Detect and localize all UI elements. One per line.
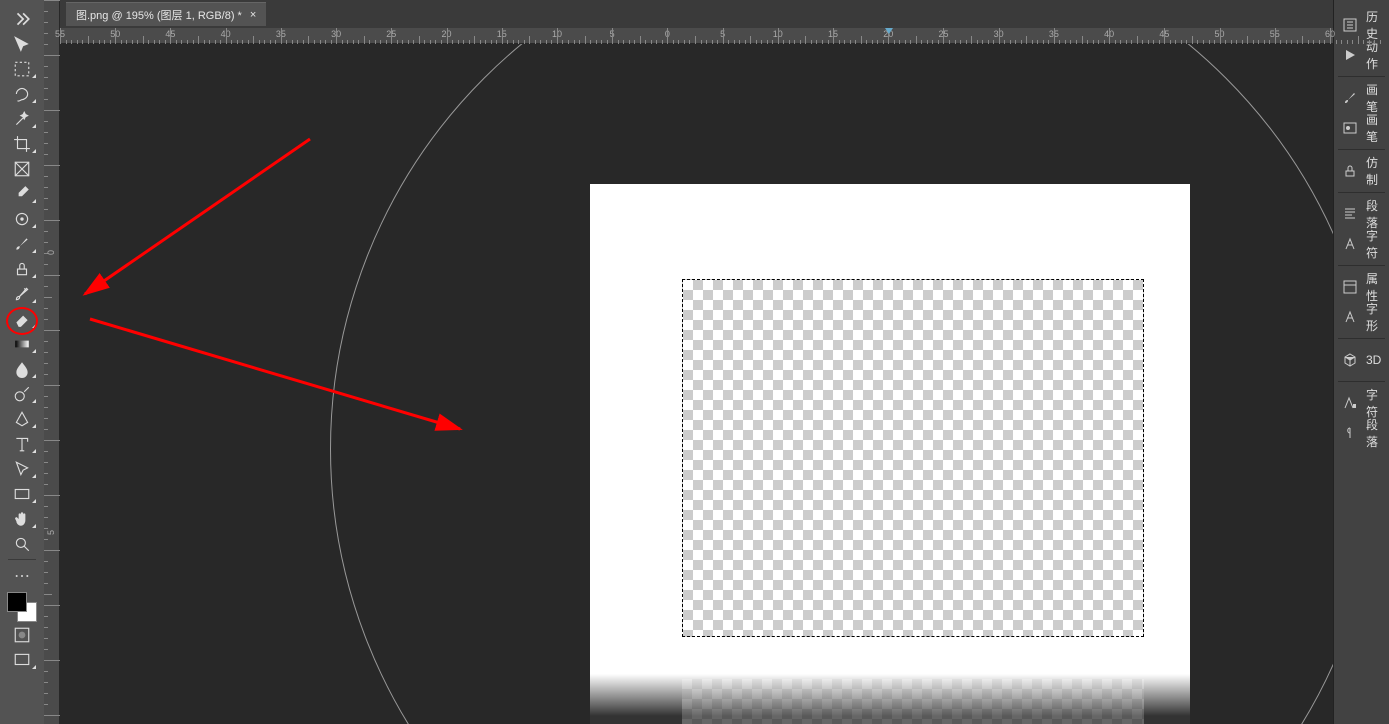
frame-tool[interactable] xyxy=(5,156,39,181)
lasso-tool[interactable] xyxy=(5,81,39,106)
clone-source-panel[interactable]: 仿制 xyxy=(1334,156,1389,186)
separator xyxy=(8,559,36,560)
document-tab-title: 图.png @ 195% (图层 1, RGB/8) * xyxy=(76,7,242,23)
separator xyxy=(1338,265,1385,266)
panel-label: 字符 xyxy=(1366,227,1389,261)
clone-stamp-tool[interactable] xyxy=(5,256,39,281)
panel-label: 字形 xyxy=(1366,300,1389,334)
pen-tool[interactable] xyxy=(5,406,39,431)
edit-toolbar[interactable]: ⋯ xyxy=(5,563,39,588)
close-tab-icon[interactable]: × xyxy=(250,9,256,21)
hand-tool[interactable] xyxy=(5,506,39,531)
panel-label: 仿制 xyxy=(1366,154,1389,188)
paragraph-panel[interactable]: 段落 xyxy=(1334,199,1389,229)
separator xyxy=(1338,192,1385,193)
panel-label: 段落 xyxy=(1366,197,1389,231)
canvas-viewport[interactable] xyxy=(60,44,1333,724)
vertical-ruler[interactable]: 05 xyxy=(44,0,60,724)
horizontal-ruler[interactable]: 5550454035302520151050510152025303540455… xyxy=(60,28,1333,44)
document-tab[interactable]: 图.png @ 195% (图层 1, RGB/8) * × xyxy=(66,2,266,26)
zoom-tool[interactable] xyxy=(5,531,39,556)
move-tool[interactable] xyxy=(5,31,39,56)
eraser-tool[interactable] xyxy=(5,306,39,331)
marquee-tool[interactable] xyxy=(5,56,39,81)
panel-label: 历史 xyxy=(1366,8,1389,42)
blur-tool[interactable] xyxy=(5,356,39,381)
panel-label: 3D xyxy=(1366,353,1381,367)
brushes-panel[interactable]: 画笔 xyxy=(1334,113,1389,143)
spot-healing-tool[interactable] xyxy=(5,206,39,231)
panel-label: 字符 xyxy=(1366,386,1389,420)
character-styles-panel[interactable]: 字符 xyxy=(1334,388,1389,418)
type-tool[interactable] xyxy=(5,431,39,456)
panel-label: 属性 xyxy=(1366,270,1389,304)
glyphs-panel[interactable]: 字形 xyxy=(1334,302,1389,332)
collapse-toolbar[interactable] xyxy=(5,6,39,31)
brush-tool[interactable] xyxy=(5,231,39,256)
quick-mask-toggle[interactable] xyxy=(5,622,39,647)
path-selection-tool[interactable] xyxy=(5,456,39,481)
separator xyxy=(1338,381,1385,382)
history-brush-tool[interactable] xyxy=(5,281,39,306)
separator xyxy=(1338,149,1385,150)
panel-label: 画笔 xyxy=(1366,111,1389,145)
character-panel[interactable]: 字符 xyxy=(1334,229,1389,259)
history-panel[interactable]: 历史 xyxy=(1334,10,1389,40)
separator xyxy=(1338,76,1385,77)
separator xyxy=(1338,338,1385,339)
actions-panel[interactable]: 动作 xyxy=(1334,40,1389,70)
panel-label: 段落 xyxy=(1366,416,1389,450)
brush-cursor-circle xyxy=(330,44,1333,724)
tool-panel: ⋯ xyxy=(0,0,44,724)
screen-mode[interactable] xyxy=(5,647,39,672)
gradient-tool[interactable] xyxy=(5,331,39,356)
color-swatches[interactable] xyxy=(7,592,37,622)
properties-panel[interactable]: 属性 xyxy=(1334,272,1389,302)
dodge-tool[interactable] xyxy=(5,381,39,406)
brush-settings-panel[interactable]: 画笔 xyxy=(1334,83,1389,113)
document-tab-bar: 图.png @ 195% (图层 1, RGB/8) * × xyxy=(60,0,1333,28)
eyedropper-tool[interactable] xyxy=(5,181,39,206)
wand-tool[interactable] xyxy=(5,106,39,131)
3d-panel[interactable]: 3D xyxy=(1334,345,1389,375)
right-panel-dock: 历史动作画笔画笔仿制段落字符属性字形3D字符段落 xyxy=(1333,0,1389,724)
foreground-color-swatch[interactable] xyxy=(7,592,27,612)
panel-label: 画笔 xyxy=(1366,81,1389,115)
paragraph-styles-panel[interactable]: 段落 xyxy=(1334,418,1389,448)
rectangle-tool[interactable] xyxy=(5,481,39,506)
crop-tool[interactable] xyxy=(5,131,39,156)
